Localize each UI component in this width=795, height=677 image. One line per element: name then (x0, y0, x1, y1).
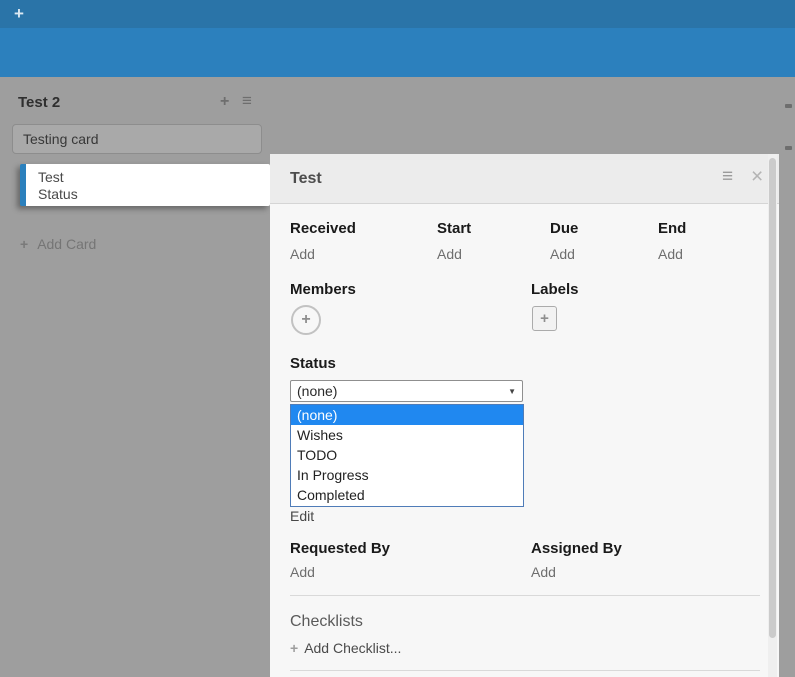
card-detail-header: Test ≡ × (270, 154, 779, 204)
assigned-by-add-link[interactable]: Add (531, 564, 556, 580)
end-add-link[interactable]: Add (658, 246, 778, 262)
next-list-card-fragment (785, 146, 792, 150)
date-start-section: Start Add (437, 220, 557, 262)
card-title: Test (38, 169, 270, 186)
card-test-selected[interactable]: Test Status (20, 164, 270, 206)
plus-icon: + (301, 311, 310, 328)
status-select[interactable]: (none) ▼ (290, 380, 523, 402)
chevron-down-icon: ▼ (508, 387, 516, 396)
labels-label: Labels (531, 281, 579, 298)
board-canvas: Test 2 + ≡ Testing card Test Status + Add… (0, 77, 795, 600)
status-option-in-progress[interactable]: In Progress (291, 465, 523, 485)
members-label: Members (290, 281, 356, 298)
add-board-icon[interactable]: + (14, 4, 24, 24)
card-detail-panel: Test ≡ × Received Add Start Add Due Add … (270, 154, 779, 677)
add-member-button[interactable]: + (291, 305, 321, 335)
status-label: Status (290, 355, 336, 372)
card-testing-card[interactable]: Testing card (12, 124, 262, 154)
section-divider (290, 595, 760, 596)
due-add-link[interactable]: Add (550, 246, 670, 262)
plus-icon: + (20, 236, 28, 252)
received-add-link[interactable]: Add (290, 246, 410, 262)
top-navbar: + (0, 0, 795, 28)
date-due-section: Due Add (550, 220, 670, 262)
board-header-bar (0, 28, 795, 77)
status-edit-link[interactable]: Edit (290, 508, 314, 524)
due-label: Due (550, 220, 670, 237)
status-option-wishes[interactable]: Wishes (291, 425, 523, 445)
panel-scrollbar-thumb[interactable] (769, 158, 776, 638)
list-add-card-icon[interactable]: + (220, 93, 229, 111)
status-options-listbox: (none) Wishes TODO In Progress Completed (290, 404, 524, 507)
list-menu-icon[interactable]: ≡ (242, 91, 252, 111)
plus-icon: + (290, 640, 298, 656)
add-checklist-button[interactable]: + Add Checklist... (290, 640, 401, 656)
add-label-button[interactable]: + (532, 306, 557, 331)
card-title: Testing card (23, 131, 98, 147)
add-card-button[interactable]: + Add Card (20, 236, 96, 252)
status-option-none[interactable]: (none) (291, 405, 523, 425)
card-detail-title: Test (290, 170, 322, 188)
list-title: Test 2 (18, 94, 60, 111)
status-option-completed[interactable]: Completed (291, 485, 523, 505)
received-label: Received (290, 220, 410, 237)
status-selected-value: (none) (297, 383, 337, 399)
card-badge: Status (38, 186, 270, 203)
close-icon[interactable]: × (751, 165, 763, 189)
hamburger-menu-icon[interactable]: ≡ (722, 166, 733, 188)
plus-icon: + (540, 310, 549, 327)
status-option-todo[interactable]: TODO (291, 445, 523, 465)
add-checklist-label: Add Checklist... (304, 640, 401, 656)
start-add-link[interactable]: Add (437, 246, 557, 262)
checklists-label: Checklists (290, 613, 363, 631)
end-label: End (658, 220, 778, 237)
next-list-add-icon-fragment (785, 104, 792, 108)
add-card-label: Add Card (37, 236, 96, 252)
section-divider (290, 670, 760, 671)
requested-by-add-link[interactable]: Add (290, 564, 315, 580)
date-received-section: Received Add (290, 220, 410, 262)
date-end-section: End Add (658, 220, 778, 262)
assigned-by-label: Assigned By (531, 540, 622, 557)
requested-by-label: Requested By (290, 540, 390, 557)
start-label: Start (437, 220, 557, 237)
